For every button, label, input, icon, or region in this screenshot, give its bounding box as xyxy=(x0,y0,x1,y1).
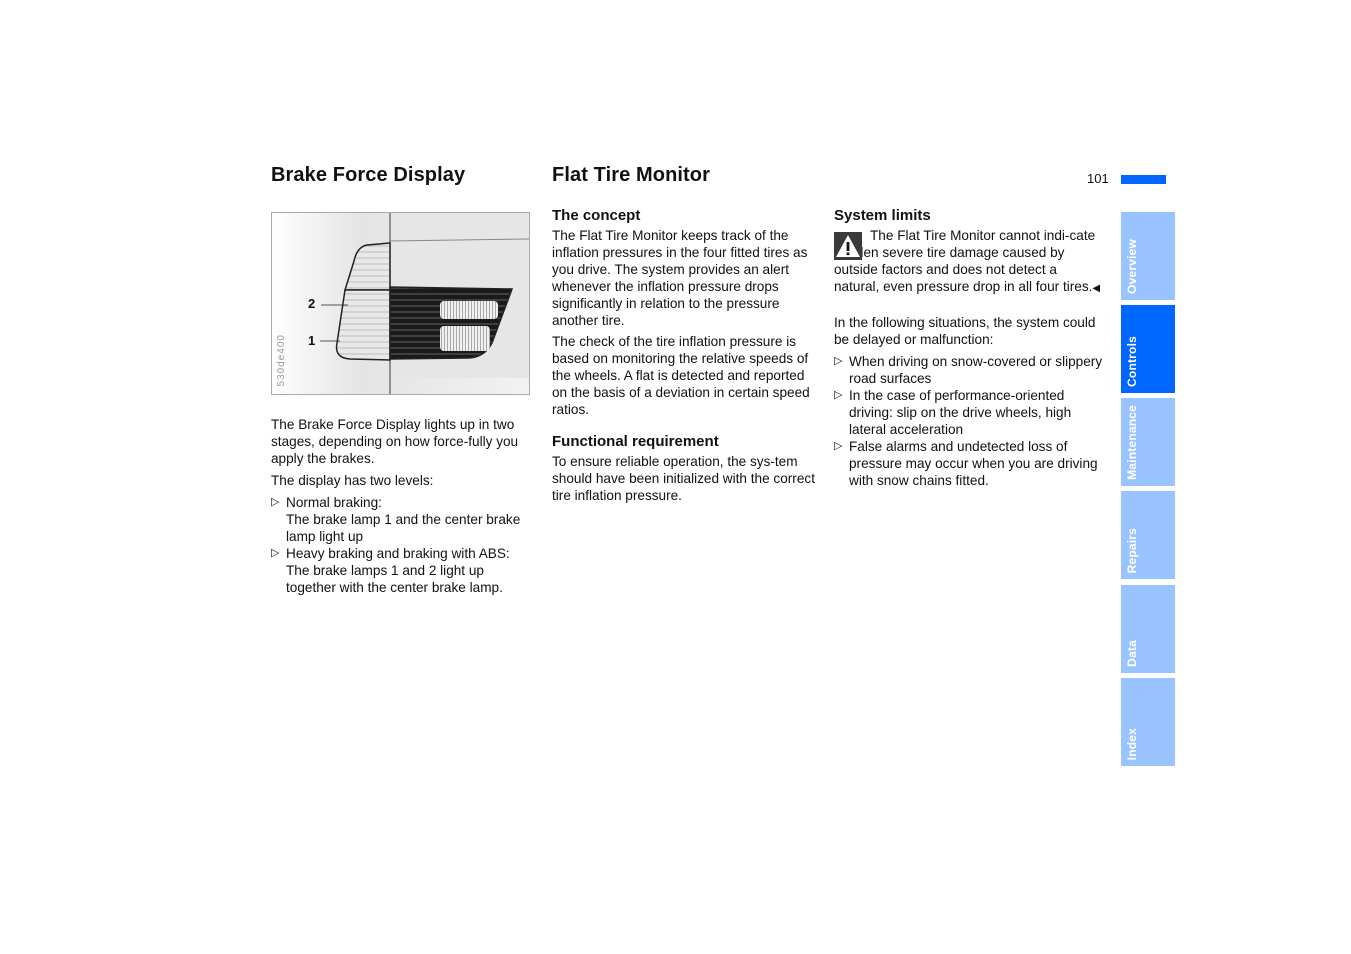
tab-label: Overview xyxy=(1125,239,1139,294)
bullet-triangle-icon: ▷ xyxy=(834,355,843,367)
list-item: ▷ In the case of performance-oriented dr… xyxy=(834,387,1106,438)
list-item: ▷ Normal braking: The brake lamp 1 and t… xyxy=(271,494,536,545)
bullet-body: The brake lamps 1 and 2 light up togethe… xyxy=(286,563,503,595)
levels-intro-paragraph: The display has two levels: xyxy=(271,473,434,488)
list-item: ▷ When driving on snow-covered or slippe… xyxy=(834,353,1106,387)
concept-paragraph-1: The Flat Tire Monitor keeps track of the… xyxy=(552,228,808,328)
end-mark-icon: ◀ xyxy=(1092,283,1101,294)
tab-label: Repairs xyxy=(1125,527,1139,573)
brake-intro-paragraph: The Brake Force Display lights up in two… xyxy=(271,417,519,466)
bullet-text: When driving on snow-covered or slippery… xyxy=(849,354,1103,386)
tab-maintenance[interactable]: Maintenance xyxy=(1121,398,1175,486)
bullet-triangle-icon: ▷ xyxy=(834,389,843,401)
heading-functional-requirement: Functional requirement xyxy=(552,433,719,450)
heading-the-concept: The concept xyxy=(552,207,641,224)
heading-system-limits: System limits xyxy=(834,207,931,224)
bullet-head: Normal braking: xyxy=(286,495,382,510)
page-number: 101 xyxy=(1087,171,1109,186)
section-title-brake-force-display: Brake Force Display xyxy=(271,164,466,186)
tab-label: Maintenance xyxy=(1125,405,1139,480)
tab-controls[interactable]: Controls xyxy=(1121,305,1175,393)
bullet-triangle-icon: ▷ xyxy=(271,547,280,559)
warning-paragraph: The Flat Tire Monitor cannot indi-cate s… xyxy=(834,227,1106,297)
bullet-head: Heavy braking and braking with ABS: xyxy=(286,546,510,561)
brake-levels-list: ▷ Normal braking: The brake lamp 1 and t… xyxy=(271,494,536,596)
tab-label: Data xyxy=(1125,640,1139,667)
list-item: ▷ False alarms and undetected loss of pr… xyxy=(834,438,1106,489)
concept-paragraph-2: The check of the tire inflation pressure… xyxy=(552,334,810,417)
tab-repairs[interactable]: Repairs xyxy=(1121,491,1175,579)
tab-label: Index xyxy=(1125,727,1139,760)
bullet-body: The brake lamp 1 and the center brake la… xyxy=(286,512,521,544)
tab-data[interactable]: Data xyxy=(1121,585,1175,673)
warning-icon xyxy=(834,232,862,260)
tab-index[interactable]: Index xyxy=(1121,678,1175,766)
figure-id: 530de400 xyxy=(276,333,287,387)
flat-tire-text: The concept The Flat Tire Monitor keeps … xyxy=(552,207,822,504)
callout-label-2: 2 xyxy=(308,296,316,311)
bullet-triangle-icon: ▷ xyxy=(271,496,280,508)
bullet-text: In the case of performance-oriented driv… xyxy=(849,388,1072,437)
bullet-triangle-icon: ▷ xyxy=(834,440,843,452)
page-marker-bar xyxy=(1121,175,1166,184)
bullet-text: False alarms and undetected loss of pres… xyxy=(849,439,1098,488)
callout-label-1: 1 xyxy=(308,333,316,348)
warning-text: The Flat Tire Monitor cannot indi-cate s… xyxy=(834,228,1096,294)
situations-intro: In the following situations, the system … xyxy=(834,315,1096,347)
brake-force-text: The Brake Force Display lights up in two… xyxy=(271,416,536,596)
tab-overview[interactable]: Overview xyxy=(1121,212,1175,300)
situations-list: ▷ When driving on snow-covered or slippe… xyxy=(834,353,1106,489)
system-limits-text: System limits The Flat Tire Monitor cann… xyxy=(834,207,1106,489)
tab-label: Controls xyxy=(1125,336,1139,387)
brake-lamp-figure: 2 1 530de400 xyxy=(271,212,530,395)
section-title-flat-tire-monitor: Flat Tire Monitor xyxy=(552,164,710,186)
list-item: ▷ Heavy braking and braking with ABS: Th… xyxy=(271,545,536,596)
requirement-paragraph: To ensure reliable operation, the sys-te… xyxy=(552,454,815,503)
